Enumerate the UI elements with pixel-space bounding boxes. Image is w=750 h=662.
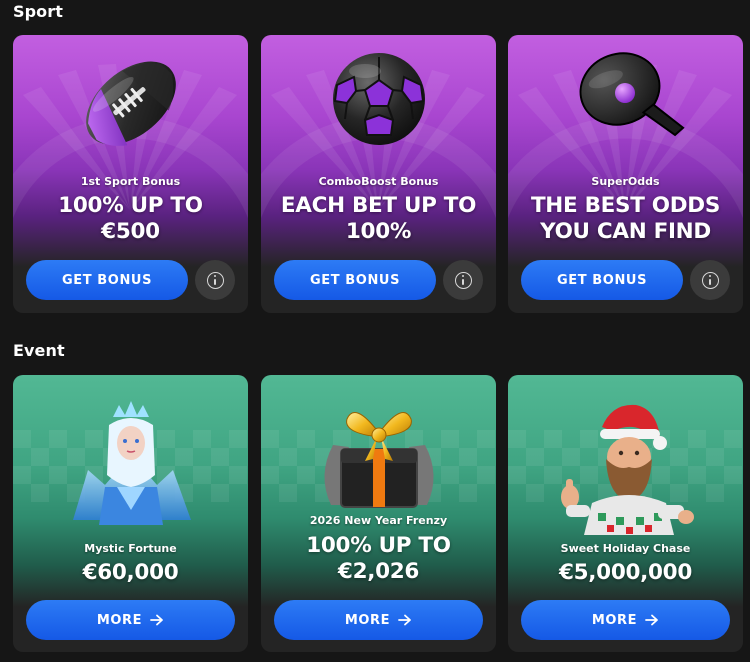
event-card-2026-new-year-frenzy: 2026 New Year Frenzy 100% UP TO €2,026 M… [261, 375, 496, 652]
sport-card-superodds: SuperOdds THE BEST ODDS YOU CAN FIND GET… [508, 35, 743, 313]
card-subtitle: 1st Sport Bonus [80, 175, 181, 188]
event-card-mystic-fortune: Mystic Fortune €60,000 MORE [13, 375, 248, 652]
card-headline: EACH BET UP TO 100% [261, 193, 496, 245]
info-icon [454, 271, 472, 289]
arrow-right-icon [150, 614, 164, 626]
card-headline: THE BEST ODDS YOU CAN FIND [508, 193, 743, 245]
get-bonus-button[interactable]: GET BONUS [521, 260, 683, 300]
card-headline: €60,000 [13, 560, 248, 586]
arrow-right-icon [645, 614, 659, 626]
section-title-event: Event [13, 341, 65, 360]
button-label: GET BONUS [61, 272, 153, 288]
info-button[interactable] [443, 260, 483, 300]
button-label: MORE [591, 612, 638, 628]
headline-line: €500 [101, 219, 160, 244]
sport-card-1st-sport-bonus: 1st Sport Bonus 100% UP TO €500 GET BONU… [13, 35, 248, 313]
headline-line: €5,000,000 [558, 560, 692, 585]
headline-line: THE BEST ODDS [530, 193, 721, 218]
headline-line: 100% UP TO [58, 193, 203, 218]
button-label: MORE [344, 612, 391, 628]
more-button[interactable]: MORE [521, 600, 730, 640]
button-label: GET BONUS [556, 272, 648, 288]
arrow-right-icon [398, 614, 412, 626]
get-bonus-button[interactable]: GET BONUS [274, 260, 436, 300]
headline-line: 100% UP TO [306, 533, 451, 558]
card-subtitle: 2026 New Year Frenzy [309, 514, 448, 527]
santa-character [561, 404, 694, 535]
headline-line: €60,000 [82, 560, 179, 585]
headline-line: €2,026 [337, 559, 420, 584]
card-subtitle: Mystic Fortune [84, 542, 177, 555]
card-subtitle: Sweet Holiday Chase [560, 542, 691, 555]
headline-line: YOU CAN FIND [540, 219, 711, 244]
american-football-icon [86, 61, 176, 146]
sport-card-comboboost-bonus: ComboBoost Bonus EACH BET UP TO 100% GET… [261, 35, 496, 313]
get-bonus-button[interactable]: GET BONUS [26, 260, 188, 300]
card-headline: 100% UP TO €2,026 [261, 533, 496, 585]
info-button[interactable] [690, 260, 730, 300]
section-title-sport: Sport [13, 2, 64, 21]
headline-line: EACH BET UP TO [280, 193, 477, 218]
soccer-ball-icon [333, 53, 425, 145]
card-headline: 100% UP TO €500 [13, 193, 248, 245]
more-button[interactable]: MORE [26, 600, 235, 640]
headline-line: 100% [345, 219, 412, 244]
button-label: GET BONUS [309, 272, 401, 288]
card-subtitle: SuperOdds [591, 175, 660, 188]
info-icon [701, 271, 719, 289]
event-card-sweet-holiday-chase: Sweet Holiday Chase €5,000,000 MORE [508, 375, 743, 652]
card-subtitle: ComboBoost Bonus [318, 175, 439, 188]
card-headline: €5,000,000 [508, 560, 743, 586]
info-button[interactable] [195, 260, 235, 300]
gift-box-icon [324, 412, 434, 508]
ping-pong-paddle-icon [579, 52, 685, 137]
more-button[interactable]: MORE [274, 600, 483, 640]
ice-queen-character [73, 401, 191, 525]
button-label: MORE [96, 612, 143, 628]
info-icon [206, 271, 224, 289]
